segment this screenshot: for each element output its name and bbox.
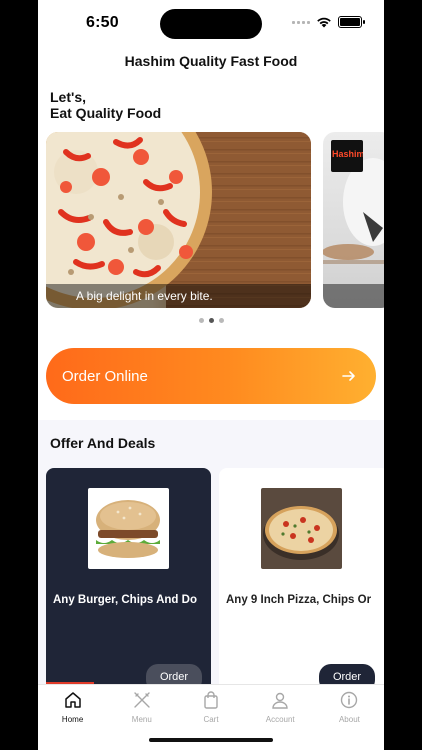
tab-about[interactable]: About: [315, 685, 384, 750]
app-screen: 6:50 Hashim Quality Fast Food Let's, Eat…: [38, 0, 384, 750]
wifi-icon: [317, 17, 331, 28]
tab-label: Menu: [131, 715, 152, 724]
deal-card-pizza[interactable]: Any 9 Inch Pizza, Chips Or Order: [219, 468, 384, 684]
tab-home[interactable]: Home: [38, 685, 107, 750]
brand-logo: Hashim: [331, 140, 363, 172]
cellular-signal-icon: [292, 20, 310, 24]
carousel-dot[interactable]: [198, 318, 204, 323]
greeting-line-2: Eat Quality Food: [50, 105, 162, 121]
home-indicator: [149, 738, 273, 742]
burger-image: [88, 488, 169, 569]
status-bar: 6:50: [38, 0, 384, 46]
order-online-button[interactable]: Order Online: [46, 348, 376, 404]
tab-label: Account: [265, 715, 295, 724]
carousel-dot[interactable]: [218, 318, 224, 323]
brand-logo-text: Hashim: [332, 149, 363, 159]
pizza-deal-image: [261, 488, 342, 569]
greeting: Let's, Eat Quality Food: [50, 89, 161, 121]
deal-name: Any 9 Inch Pizza, Chips Or: [226, 594, 372, 606]
app-title: Hashim Quality Fast Food: [124, 53, 298, 69]
greeting-line-1: Let's,: [50, 89, 87, 105]
utensils-icon: [134, 692, 150, 708]
carousel-dot-active[interactable]: [208, 318, 214, 323]
battery-icon: [338, 16, 365, 28]
deal-order-button[interactable]: Order: [319, 664, 375, 684]
tab-label: About: [338, 715, 360, 724]
tab-label: Cart: [203, 715, 219, 724]
deal-order-button[interactable]: Order: [146, 664, 202, 684]
order-online-label: Order Online: [62, 367, 148, 385]
tab-label: Home: [61, 715, 84, 724]
status-time: 6:50: [86, 14, 119, 31]
dynamic-island: [160, 9, 262, 39]
banner-caption: A big delight in every bite.: [76, 289, 213, 303]
offers-title: Offer And Deals: [50, 435, 156, 451]
status-icons: [292, 16, 365, 28]
banner-carousel[interactable]: A big delight in every bite. Hashim: [38, 132, 384, 308]
banner-slide-brand[interactable]: Hashim: [323, 132, 384, 308]
info-icon: [341, 691, 358, 709]
home-icon: [64, 692, 81, 708]
banner-slide-pizza[interactable]: A big delight in every bite.: [46, 132, 311, 308]
pizza-image: [46, 132, 311, 308]
deal-card-burger[interactable]: Any Burger, Chips And Do Order: [46, 468, 211, 684]
caption-overlay: [323, 284, 384, 308]
user-icon: [272, 692, 288, 709]
arrow-right-icon: [342, 371, 355, 381]
carousel-dots: [38, 318, 384, 323]
deal-name: Any Burger, Chips And Do: [53, 594, 197, 606]
shopping-bag-icon: [204, 691, 218, 709]
offers-section: Offer And Deals Any Burger, Chips And Do: [38, 420, 384, 684]
